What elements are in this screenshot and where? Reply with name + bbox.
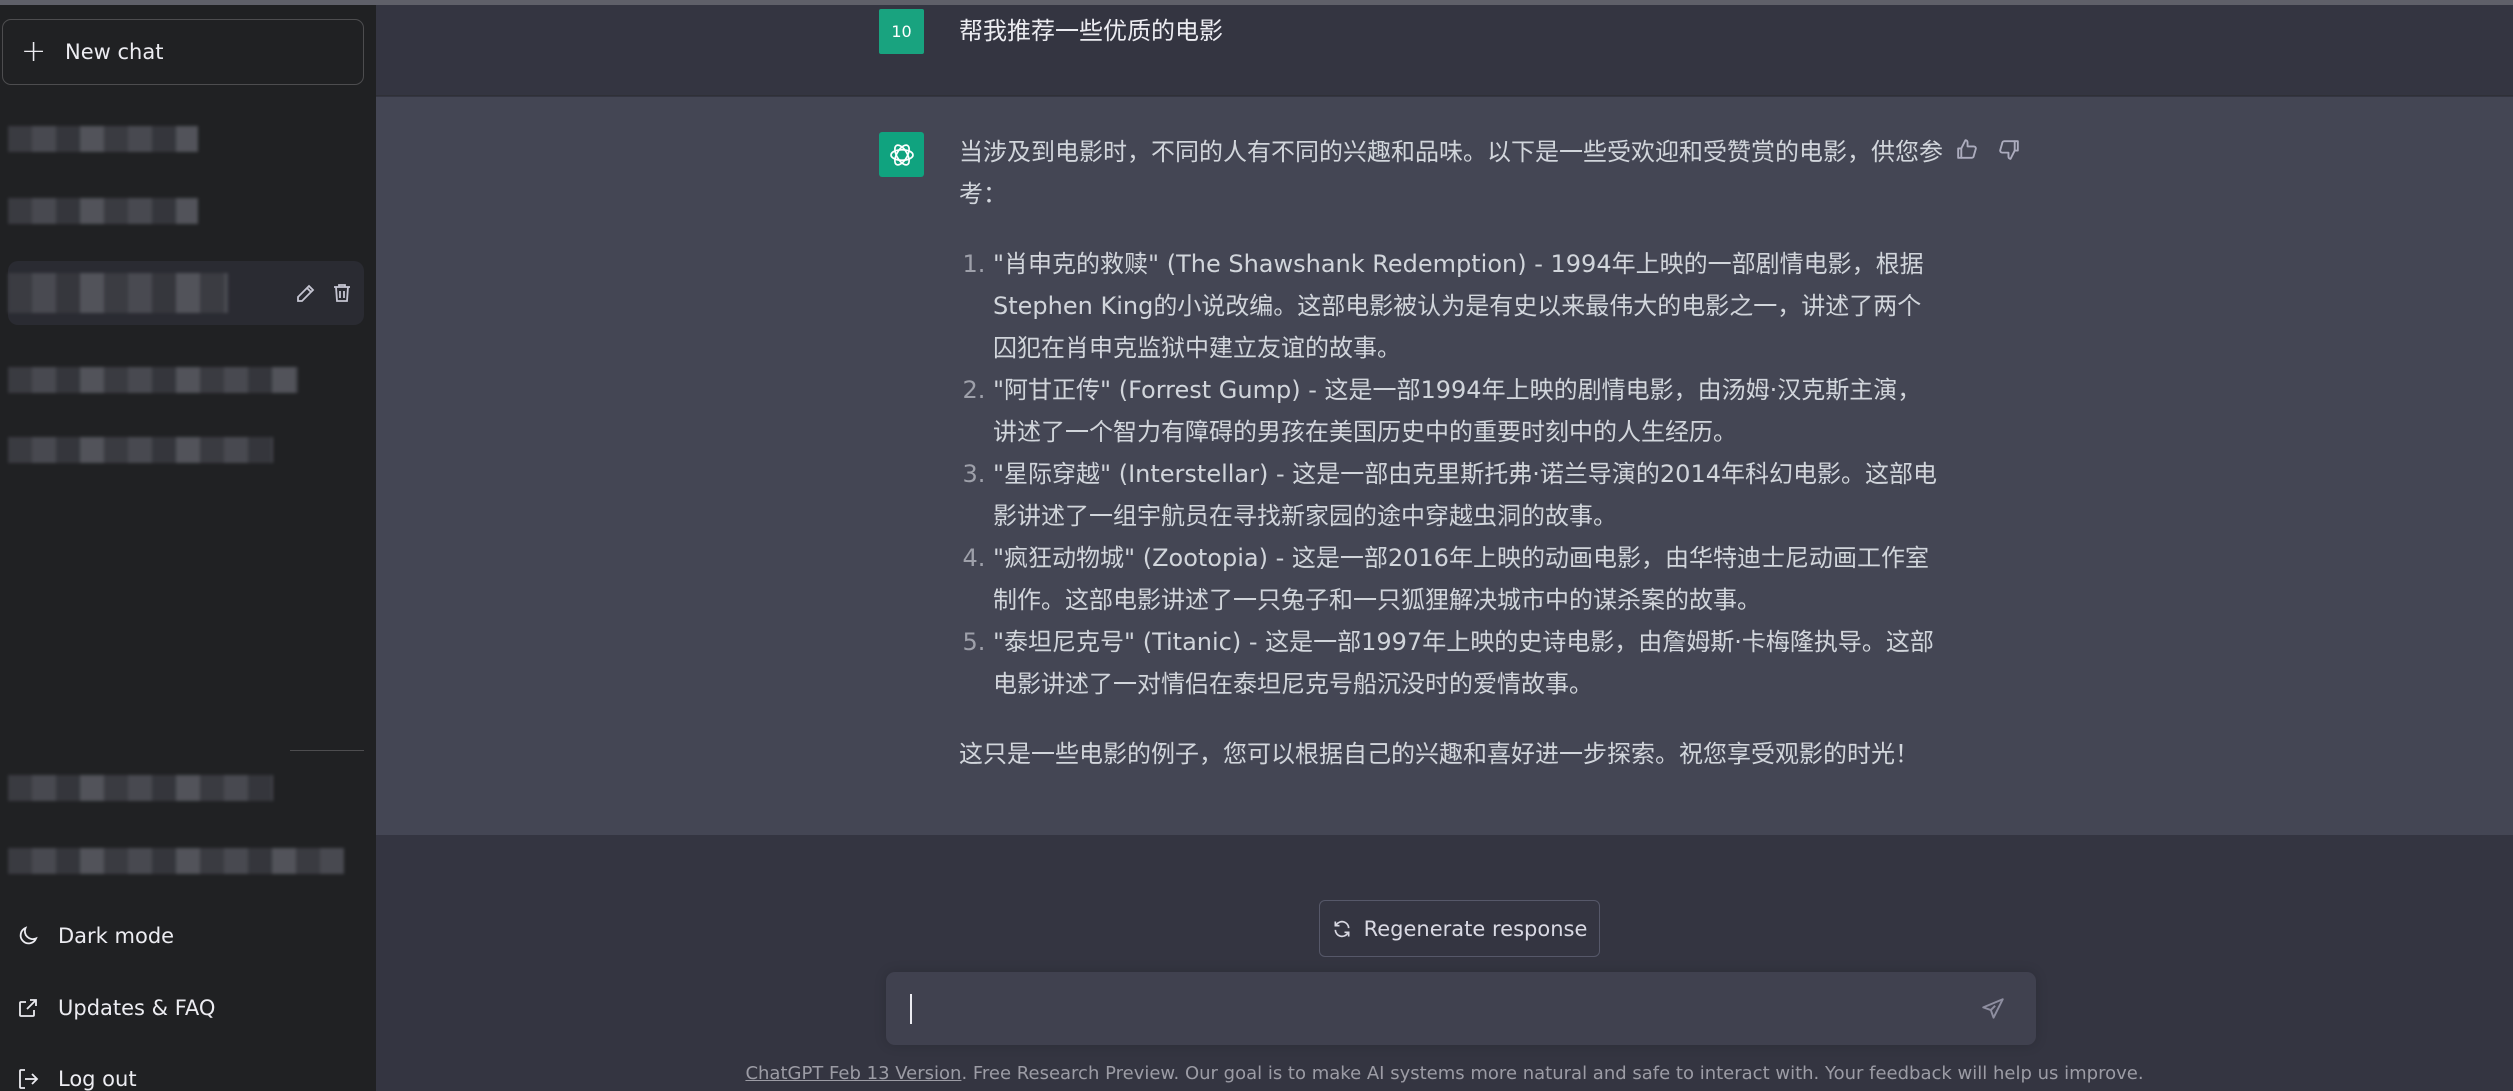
sidebar: + New chat Dark mode Updates & FAQ Log o… — [0, 0, 376, 1091]
dark-mode-label: Dark mode — [58, 924, 175, 948]
assistant-message-row: 当涉及到电影时，不同的人有不同的兴趣和品味。以下是一些受欢迎和受赞赏的电影，供您… — [376, 97, 2513, 835]
conversation-item-redacted[interactable] — [8, 198, 198, 224]
conversation-item-active[interactable] — [8, 261, 364, 325]
conversation-item-redacted[interactable] — [8, 437, 273, 463]
conversation-actions — [294, 281, 354, 305]
list-item: "阿甘正传" (Forrest Gump) - 这是一部1994年上映的剧情电影… — [993, 369, 1944, 453]
send-icon[interactable] — [1980, 996, 2006, 1022]
conversation-item-redacted[interactable] — [8, 126, 198, 152]
logout-icon — [19, 1069, 39, 1089]
user-avatar: 10 — [879, 9, 924, 54]
list-item: "泰坦尼克号" (Titanic) - 这是一部1997年上映的史诗电影，由詹姆… — [993, 621, 1944, 705]
text-caret — [910, 994, 912, 1024]
account-item-redacted[interactable] — [8, 848, 344, 874]
answer-intro: 当涉及到电影时，不同的人有不同的兴趣和品味。以下是一些受欢迎和受赞赏的电影，供您… — [959, 138, 1943, 208]
list-item: "星际穿越" (Interstellar) - 这是一部由克里斯托弗·诺兰导演的… — [993, 453, 1944, 537]
version-link[interactable]: ChatGPT Feb 13 Version — [745, 1063, 961, 1084]
thumbs-down-icon[interactable] — [1997, 137, 2022, 162]
conversation-item-redacted[interactable] — [8, 367, 298, 393]
moon-icon — [19, 926, 38, 945]
list-item: "肖申克的救赎" (The Shawshank Redemption) - 19… — [993, 243, 1944, 369]
chat-main: 10 帮我推荐一些优质的电影 当涉及到电影时，不同的人有不同的兴趣和品味。以下是… — [376, 0, 2513, 1091]
trash-icon[interactable] — [330, 281, 354, 305]
thumbs-up-icon[interactable] — [1954, 137, 1979, 162]
chatgpt-logo-icon — [879, 132, 924, 177]
assistant-message-text: 当涉及到电影时，不同的人有不同的兴趣和品味。以下是一些受欢迎和受赞赏的电影，供您… — [959, 131, 1944, 775]
footer-disclaimer: ChatGPT Feb 13 Version. Free Research Pr… — [376, 1063, 2513, 1084]
logout-button[interactable]: Log out — [16, 1059, 137, 1091]
user-message-row: 10 帮我推荐一些优质的电影 — [376, 5, 2513, 96]
logout-label: Log out — [58, 1067, 137, 1091]
updates-faq-label: Updates & FAQ — [58, 996, 216, 1020]
new-chat-button[interactable]: + New chat — [2, 19, 364, 85]
conversation-item-redacted — [8, 273, 228, 313]
feedback-buttons — [1954, 137, 2022, 162]
refresh-icon — [1334, 920, 1350, 937]
external-link-icon — [19, 999, 37, 1017]
message-composer — [886, 972, 2036, 1045]
sidebar-divider — [290, 750, 364, 751]
new-chat-label: New chat — [65, 40, 164, 64]
list-item: "疯狂动物城" (Zootopia) - 这是一部2016年上映的动画电影，由华… — [993, 537, 1944, 621]
dark-mode-button[interactable]: Dark mode — [16, 916, 174, 956]
edit-icon[interactable] — [294, 281, 318, 305]
user-message-text: 帮我推荐一些优质的电影 — [959, 17, 1223, 45]
answer-outro: 这只是一些电影的例子，您可以根据自己的兴趣和喜好进一步探索。祝您享受观影的时光！ — [959, 740, 1919, 768]
top-border — [0, 0, 2513, 5]
message-input[interactable] — [904, 986, 1964, 1030]
plus-icon: + — [21, 34, 47, 69]
regenerate-label: Regenerate response — [1363, 916, 1588, 941]
movie-list: "肖申克的救赎" (The Shawshank Redemption) - 19… — [959, 243, 1944, 705]
footer-text: . Free Research Preview. Our goal is to … — [961, 1063, 2144, 1084]
updates-faq-link[interactable]: Updates & FAQ — [16, 988, 215, 1028]
account-item-redacted[interactable] — [8, 775, 273, 801]
regenerate-response-button[interactable]: Regenerate response — [1319, 900, 1600, 957]
